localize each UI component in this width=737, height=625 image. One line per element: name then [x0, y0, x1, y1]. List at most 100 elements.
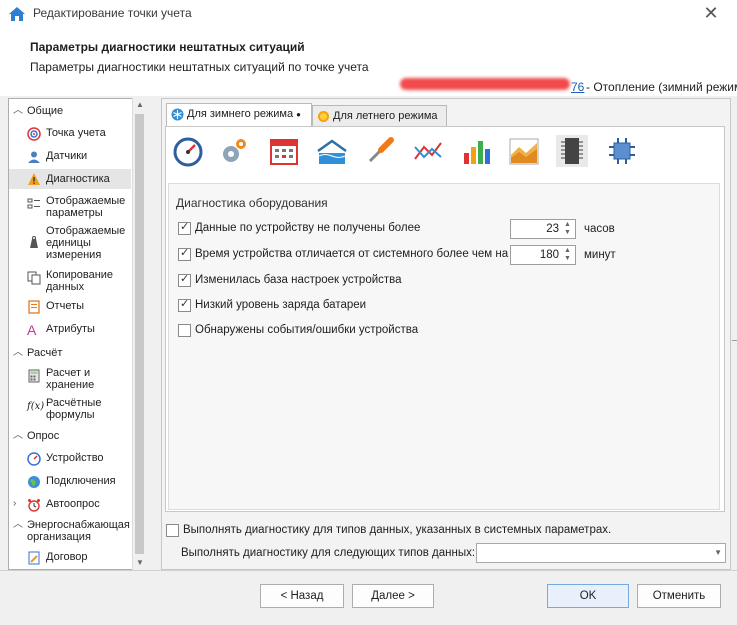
screwdriver-icon[interactable] — [364, 135, 396, 167]
sidebar-item-label: Автоопрос — [46, 498, 100, 510]
sidebar-item-label: Атрибуты — [46, 323, 95, 335]
water-level-icon[interactable] — [316, 135, 348, 167]
globe-icon — [28, 476, 40, 488]
checkbox-label: Изменилась база настроек устройства — [195, 274, 402, 286]
group-title: Диагностика оборудования — [176, 196, 328, 210]
sidebar-item-label: Точка учета — [46, 127, 106, 139]
chevron-up-icon[interactable]: ︿ — [13, 519, 23, 531]
gears-icon[interactable] — [218, 135, 250, 167]
window-title: Редактирование точки учета — [33, 6, 192, 20]
tab-winter[interactable]: Для зимнего режима ● — [166, 103, 312, 127]
stepper-arrows-icon[interactable]: ▲ ▼ — [562, 247, 573, 263]
chevron-up-icon[interactable]: ︿ — [13, 430, 23, 442]
checkbox-system-params[interactable] — [166, 524, 179, 537]
sidebar-item-label: Диагностика — [46, 173, 110, 185]
stepper-value[interactable]: 180 — [540, 249, 559, 261]
tree-group-supplier[interactable]: ︿ Энергоснабжающая организация — [9, 519, 133, 545]
header-subtitle: Параметры диагностики нештатных ситуаций… — [30, 60, 369, 74]
tab-label: Для летнего режима — [333, 110, 438, 122]
tree-group-label: Энергоснабжающая организация — [27, 519, 130, 543]
hours-stepper[interactable]: 23 ▲ ▼ — [510, 219, 576, 239]
sensor-person-icon — [28, 151, 40, 163]
contract-icon — [28, 551, 40, 565]
checkbox-label: Низкий уровень заряда батареи — [195, 299, 367, 311]
cancel-button[interactable]: Отменить — [637, 584, 721, 608]
checkbox-label: Выполнять диагностику для типов данных, … — [183, 524, 612, 536]
sidebar-item-attributes[interactable]: A Атрибуты — [9, 323, 133, 339]
checkbox-settings-changed[interactable] — [178, 272, 191, 287]
minutes-unit: минут — [584, 249, 616, 261]
sun-icon — [318, 111, 329, 122]
next-button[interactable]: Далее > — [352, 584, 434, 608]
sidebar-item-autopoll[interactable]: › Автоопрос — [9, 498, 133, 514]
bar-chart-icon[interactable] — [460, 135, 492, 167]
sidebar-item-label: Отчеты — [46, 300, 85, 312]
sidebar-item-label: Расчет и хранение — [46, 367, 95, 391]
hours-unit: часов — [584, 223, 615, 235]
checkbox-label: Данные по устройству не получены более — [195, 222, 421, 234]
sidebar-item-copy-data[interactable]: Копирование данных — [9, 269, 133, 295]
back-button[interactable]: < Назад — [260, 584, 344, 608]
line-chart-icon[interactable] — [412, 135, 444, 167]
sidebar-item-device[interactable]: Устройство — [9, 452, 133, 468]
tab-label: Для зимнего режима — [187, 108, 294, 120]
point-name: - Отопление (зимний режим) — [586, 80, 737, 94]
sidebar-item-label: Отображаемые единицы измерения — [46, 225, 126, 261]
sidebar-item-display-units[interactable]: Отображаемые единицы измерения — [9, 225, 133, 263]
tree-group-label: Общие — [27, 105, 64, 117]
tree-group-label: Расчёт — [27, 347, 63, 359]
ok-button[interactable]: OK — [547, 584, 629, 608]
stepper-value[interactable]: 23 — [546, 223, 559, 235]
custom-types-label: Выполнять диагностику для следующих типо… — [181, 547, 476, 559]
minutes-stepper[interactable]: 180 ▲ ▼ — [510, 245, 576, 265]
checkbox-no-data[interactable] — [178, 220, 191, 235]
weight-icon — [30, 236, 38, 248]
sidebar-item-label: Подключения — [46, 475, 116, 487]
sidebar-item-sensors[interactable]: Датчики — [9, 150, 133, 166]
sidebar-item-label: Отображаемые параметры — [46, 195, 126, 219]
tab-summer[interactable]: Для летнего режима — [312, 105, 447, 127]
speedometer-icon[interactable] — [172, 135, 204, 167]
processor-icon[interactable] — [606, 135, 638, 167]
point-number-link[interactable]: 76 — [571, 80, 584, 94]
sidebar-item-contract[interactable]: Договор — [9, 551, 133, 567]
checkbox-label: Время устройства отличается от системног… — [195, 248, 509, 260]
scrollbar-thumb[interactable] — [135, 114, 144, 554]
checkbox-time-diff[interactable] — [178, 246, 191, 261]
sidebar-item-diagnostics[interactable]: Диагностика — [9, 169, 131, 189]
sidebar-item-calc-storage[interactable]: Расчет и хранение — [9, 367, 133, 393]
formula-icon: f(x) — [27, 401, 45, 412]
chevron-up-icon[interactable]: ︿ — [13, 105, 23, 117]
navigation-tree: ︿ Общие Точка учета Датчики Диагностика … — [8, 98, 147, 570]
chevron-up-icon[interactable]: ︿ — [13, 347, 23, 359]
calendar-icon[interactable] — [268, 135, 300, 167]
data-types-combobox[interactable]: ▼ — [476, 543, 726, 563]
sidebar-item-reports[interactable]: Отчеты — [9, 300, 133, 316]
modified-indicator: ● — [296, 110, 301, 119]
scroll-up-icon[interactable]: ▲ — [135, 100, 145, 110]
scroll-down-icon[interactable]: ▼ — [135, 558, 145, 568]
chevron-down-icon[interactable]: ▼ — [714, 548, 722, 557]
sidebar-item-connections[interactable]: Подключения — [9, 475, 133, 491]
alarm-clock-icon — [28, 499, 40, 512]
gauge-icon — [27, 452, 41, 466]
sidebar-item-label: Копирование данных — [46, 269, 114, 293]
letter-a-icon: A — [27, 322, 37, 338]
tree-group-label: Опрос — [27, 430, 60, 442]
home-icon — [9, 7, 25, 21]
chevron-right-icon[interactable]: › — [13, 498, 16, 510]
checkbox-device-errors[interactable] — [178, 324, 191, 337]
checklist-icon — [27, 198, 40, 209]
target-icon — [27, 127, 41, 141]
chip-icon[interactable] — [556, 135, 588, 167]
sidebar-item-point[interactable]: Точка учета — [9, 127, 133, 143]
sidebar-scrollbar[interactable]: ▲ ▼ — [132, 98, 147, 570]
warning-icon — [28, 173, 40, 185]
stepper-arrows-icon[interactable]: ▲ ▼ — [562, 221, 573, 237]
sidebar-item-label: Устройство — [46, 452, 104, 464]
checkbox-low-battery[interactable] — [178, 297, 191, 312]
sidebar-item-formulas[interactable]: f(x) Расчётные формулы — [9, 397, 133, 423]
close-icon[interactable]: ✕ — [700, 3, 722, 25]
sidebar-item-display-params[interactable]: Отображаемые параметры — [9, 195, 133, 221]
area-chart-icon[interactable] — [508, 135, 540, 167]
